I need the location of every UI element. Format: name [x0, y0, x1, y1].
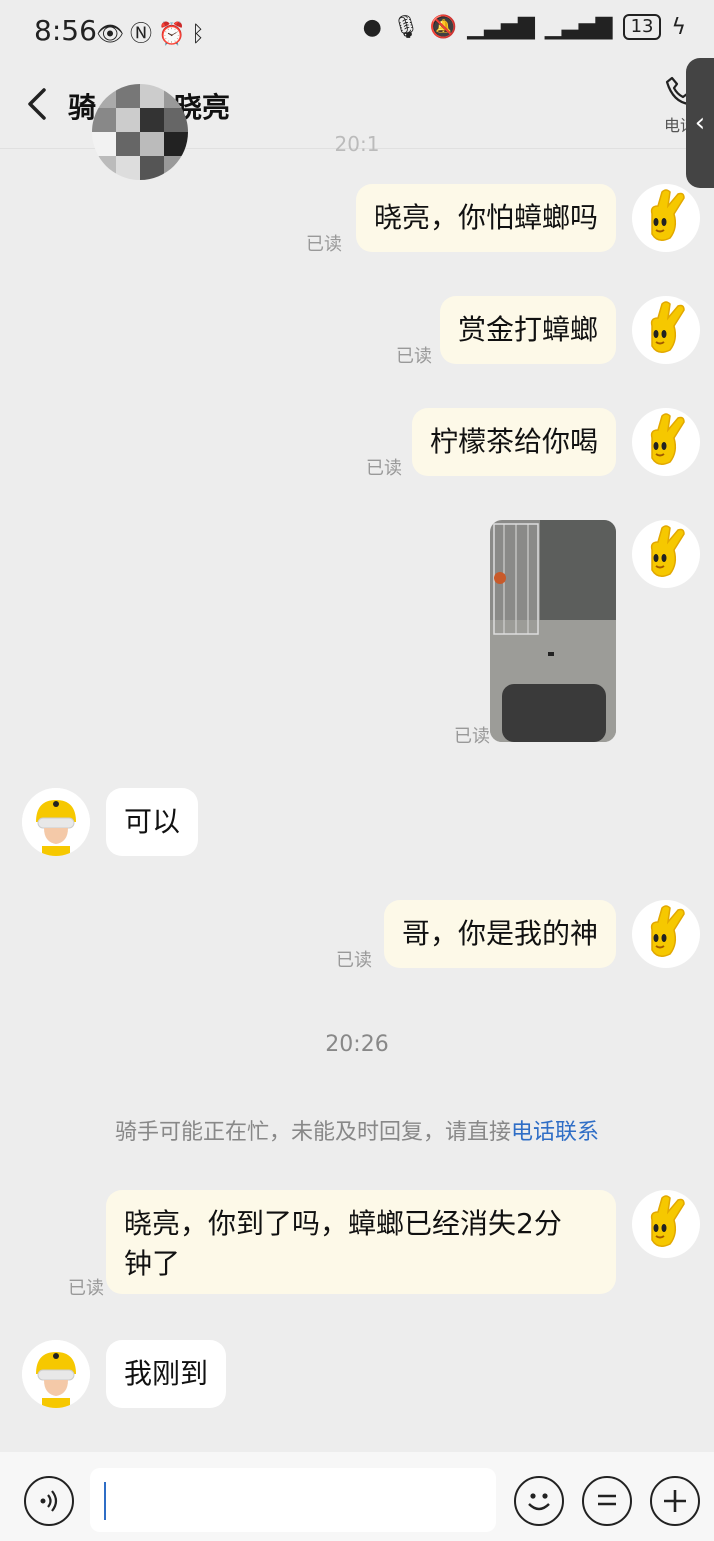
back-arrow-icon[interactable]: [22, 84, 52, 124]
read-receipt: 已读: [336, 950, 372, 971]
title-left: 骑: [68, 91, 97, 124]
eye-icon: 👁: [96, 22, 130, 47]
message-bubble[interactable]: 赏金打蟑螂: [439, 296, 616, 364]
status-icons-right: ● 🎙 🔕 ▁▃▅▇ ▁▃▅▇ 13 ϟ: [363, 14, 686, 40]
battery-indicator: 13: [622, 14, 662, 40]
mute-icon: 🔕: [429, 14, 458, 40]
timestamp: 20:26: [325, 1032, 389, 1057]
image-message[interactable]: [490, 520, 616, 742]
thumbs-up-icon: [650, 905, 685, 957]
my-avatar[interactable]: [632, 184, 700, 252]
charging-icon: ϟ: [671, 14, 686, 40]
read-receipt: 已读: [68, 1278, 104, 1299]
rider-avatar[interactable]: [22, 1340, 90, 1408]
message-me: 晓亮，你怕蟑螂吗: [355, 184, 616, 252]
message-me: 赏金打蟑螂: [439, 296, 616, 364]
read-receipt: 已读: [306, 234, 342, 255]
alarm-icon: ⏰: [157, 22, 192, 47]
my-avatar[interactable]: [632, 408, 700, 476]
plus-button[interactable]: [650, 1476, 700, 1526]
thumbs-up-icon: [650, 525, 685, 577]
rider-face-icon: [22, 1340, 90, 1408]
rider-avatar[interactable]: [22, 788, 90, 856]
call-link[interactable]: 电话联系: [511, 1120, 599, 1145]
timestamp-top: 20:1: [334, 132, 380, 156]
message-bubble[interactable]: 可以: [106, 788, 199, 856]
status-time: 8:56: [34, 14, 97, 47]
location-icon: ●: [362, 14, 382, 40]
emoji-icon: [528, 1493, 550, 1511]
thumbs-up-icon: [650, 189, 685, 241]
plus-icon: [664, 1490, 686, 1512]
status-icons-left: 👁Ⓝ⏰ᛒ: [96, 16, 211, 48]
message-me: 柠檬茶给你喝: [411, 408, 616, 476]
message-rider: 我刚到: [106, 1340, 227, 1408]
nfc-icon: Ⓝ: [129, 22, 158, 47]
message-bubble[interactable]: 我刚到: [106, 1340, 227, 1408]
my-avatar[interactable]: [632, 296, 700, 364]
emoji-button[interactable]: [514, 1476, 564, 1526]
message-bubble[interactable]: 晓亮，你怕蟑螂吗: [355, 184, 616, 252]
voice-icon: [40, 1490, 58, 1512]
message-line-1: 晓亮，你到了吗，蟑螂已经消失2分: [124, 1207, 562, 1240]
read-receipt: 已读: [396, 346, 432, 367]
message-bubble[interactable]: 柠檬茶给你喝: [411, 408, 616, 476]
message-rider: 可以: [106, 788, 199, 856]
thumbs-up-icon: [650, 301, 685, 353]
my-avatar[interactable]: [632, 1190, 700, 1258]
more-icon: [598, 1494, 616, 1506]
system-notice: 骑手可能正在忙，未能及时回复，请直接电话联系: [0, 1114, 714, 1146]
bluetooth-icon: ᛒ: [191, 22, 211, 47]
read-receipt: 已读: [366, 458, 402, 479]
message-input[interactable]: [90, 1468, 496, 1532]
signal-icon: ▁▃▅▇: [467, 14, 535, 40]
more-button[interactable]: [582, 1476, 632, 1526]
read-receipt: 已读: [454, 726, 490, 747]
signal2-icon: ▁▃▅▇: [544, 14, 613, 40]
my-avatar[interactable]: [632, 900, 700, 968]
mic-icon: 🎙: [391, 14, 420, 40]
voice-button[interactable]: [24, 1476, 74, 1526]
message-bubble[interactable]: 哥，你是我的神: [383, 900, 616, 968]
photo-thumbnail: [490, 520, 616, 742]
system-notice-text: 骑手可能正在忙，未能及时回复，请直接: [114, 1120, 511, 1145]
text-caret: [104, 1482, 106, 1520]
side-collapse-tab[interactable]: ‹: [686, 58, 714, 188]
status-bar: 8:56 👁Ⓝ⏰ᛒ ● 🎙 🔕 ▁▃▅▇ ▁▃▅▇ 13 ϟ: [0, 0, 714, 62]
message-me: 哥，你是我的神: [383, 900, 616, 968]
message-line-2: 钟了: [124, 1247, 181, 1280]
message-me[interactable]: 晓亮，你到了吗，蟑螂已经消失2分 钟了: [106, 1190, 616, 1294]
input-bar: [0, 1452, 714, 1541]
thumbs-up-icon: [650, 1195, 685, 1247]
my-avatar[interactable]: [632, 520, 700, 588]
thumbs-up-icon: [650, 413, 685, 465]
rider-face-icon: [22, 788, 90, 856]
